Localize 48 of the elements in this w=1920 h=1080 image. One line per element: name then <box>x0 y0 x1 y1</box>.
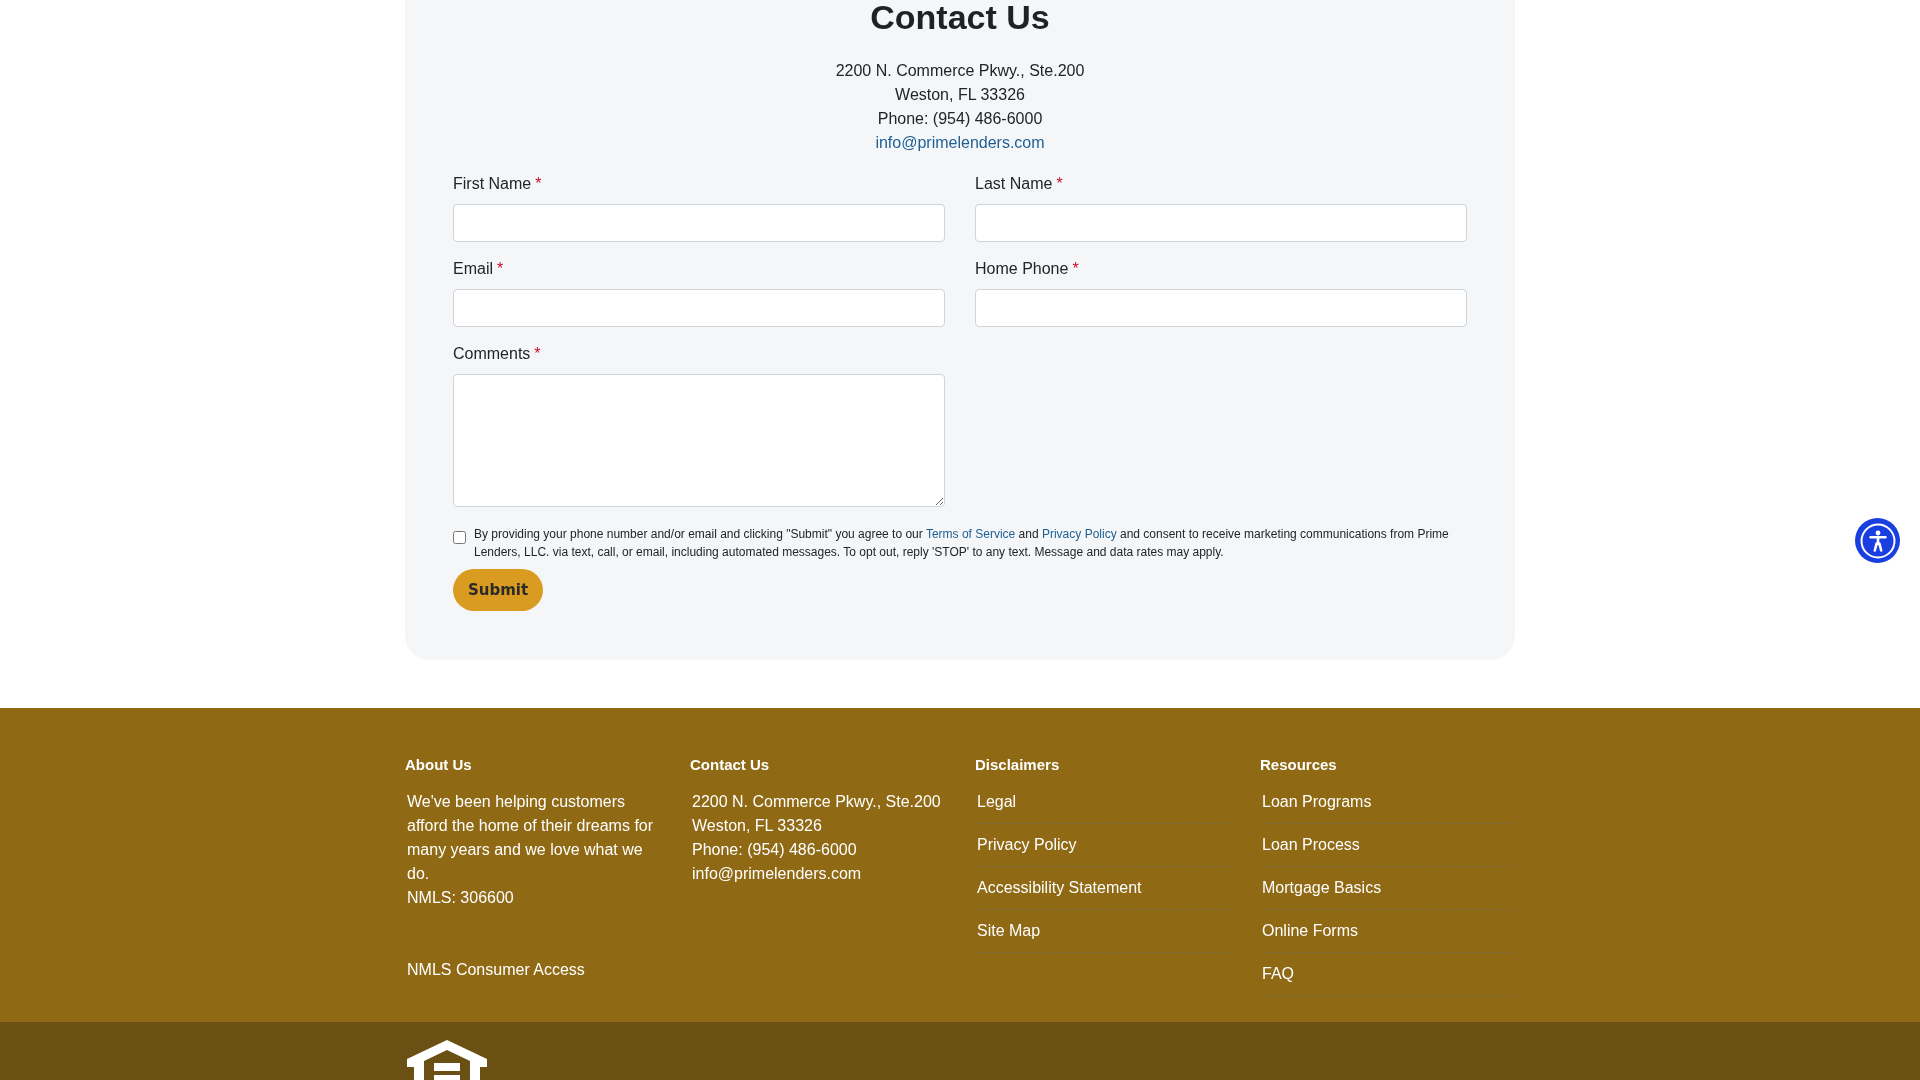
accessibility-icon <box>1859 522 1896 559</box>
required-asterisk: * <box>535 174 542 194</box>
comments-textarea[interactable] <box>453 374 945 507</box>
text-input-field[interactable] <box>975 289 1467 327</box>
consent-text: By providing your phone number and/or email and clicking "Submit" you agree to our Terms of Service and Privacy Policy and consent to receive marketing communications from Prime Lenders, LLC. via text, call, or email, including automated messages. To opt out, reply 'STOP' to any text. Message and data rates may apply. <box>474 526 1450 561</box>
footer-link[interactable]: Site Map <box>977 919 1041 943</box>
consent-checkbox[interactable] <box>453 531 466 544</box>
submit-button[interactable]: Submit <box>453 569 544 611</box>
footer-link[interactable]: Accessibility Statement <box>977 876 1142 900</box>
footer-email-link[interactable]: info@primelenders.com <box>692 862 862 886</box>
consent-link[interactable]: Privacy Policy <box>1041 527 1117 541</box>
field-label: Last Name <box>975 174 1053 194</box>
address-line: 2200 N. Commerce Pkwy., Ste.200 <box>835 61 1085 81</box>
footer-heading: Resources <box>1260 755 1338 775</box>
required-asterisk: * <box>497 259 504 279</box>
footer-link[interactable]: Legal <box>977 790 1017 814</box>
field-label: First Name <box>453 174 532 194</box>
footer-contact-line: Phone: (954) 486-6000 <box>692 840 857 860</box>
field-label: Comments <box>453 344 531 364</box>
footer-heading: Disclaimers <box>975 755 1061 775</box>
about-text: We've been helping customers afford the home of their dreams for many years and we love what we do. <box>407 792 655 884</box>
field-label: Home Phone <box>975 259 1069 279</box>
footer-link[interactable]: Loan Process <box>1262 833 1360 857</box>
address-line: Weston, FL 33326 <box>895 85 1025 105</box>
footer-link[interactable]: FAQ <box>1262 962 1294 986</box>
footer-contact-line: Weston, FL 33326 <box>692 816 822 836</box>
required-asterisk: * <box>534 344 541 364</box>
field-label: Email <box>453 259 493 279</box>
footer-heading: Contact Us <box>690 755 771 775</box>
address-line: Phone: (954) 486-6000 <box>877 109 1043 129</box>
contact-title: Contact Us <box>869 0 1051 34</box>
footer-link[interactable]: Loan Programs <box>1262 790 1372 814</box>
text-input-field[interactable] <box>453 289 945 327</box>
nmls-number: NMLS: 306600 <box>407 888 514 908</box>
text-input-field[interactable] <box>975 204 1467 242</box>
required-asterisk: * <box>1056 174 1063 194</box>
consent-link[interactable]: Terms of Service <box>925 527 1016 541</box>
required-asterisk: * <box>1072 259 1079 279</box>
footer-heading: About Us <box>405 755 473 775</box>
footer-link[interactable]: Privacy Policy <box>977 833 1077 857</box>
footer-link[interactable]: Online Forms <box>1262 919 1359 943</box>
footer-link[interactable]: Mortgage Basics <box>1262 876 1382 900</box>
footer-contact-line: 2200 N. Commerce Pkwy., Ste.200 <box>692 792 941 812</box>
text-input-field[interactable] <box>453 204 945 242</box>
footer-link[interactable]: NMLS Consumer Access <box>407 958 585 982</box>
email-link[interactable]: info@primelenders.com <box>875 131 1045 155</box>
equal-housing-icon <box>407 1040 487 1080</box>
accessibility-button[interactable] <box>1855 518 1900 563</box>
